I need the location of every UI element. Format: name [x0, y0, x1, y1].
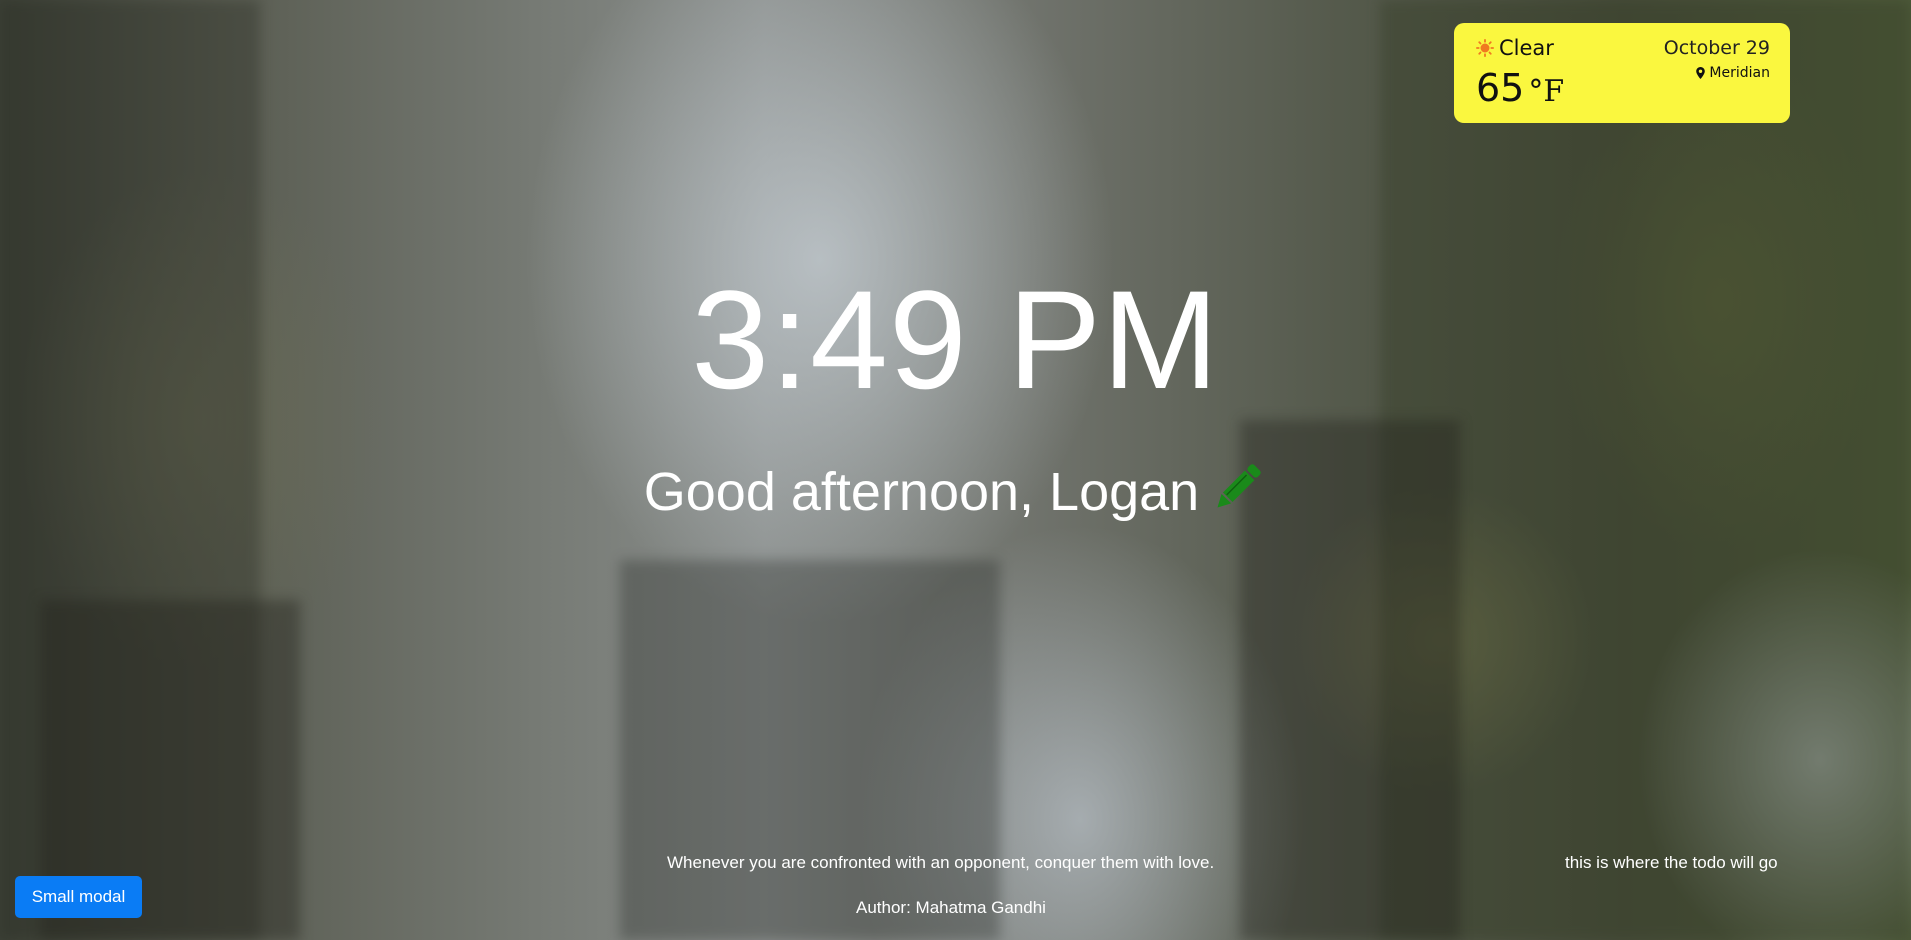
location-label: Meridian	[1709, 65, 1770, 81]
weather-location: Meridian	[1696, 63, 1770, 83]
weather-condition-label: Clear	[1499, 36, 1554, 60]
greeting-text: Good afternoon, Logan	[643, 462, 1200, 522]
clock-time: 3:49 PM	[691, 261, 1220, 418]
weather-widget: Clear October 29 65 °F Meridian	[1454, 23, 1790, 123]
temperature-unit: °F	[1528, 74, 1565, 109]
pencil-icon[interactable]	[1209, 458, 1267, 516]
quote-text: Whenever you are confronted with an oppo…	[667, 853, 1215, 872]
quote-author: Author: Mahatma Gandhi	[856, 898, 1046, 917]
sun-icon	[1476, 39, 1494, 57]
temperature-value: 65	[1476, 66, 1525, 110]
todo-placeholder: this is where the todo will go	[1565, 853, 1778, 872]
greeting: Good afternoon, Logan	[0, 458, 1911, 524]
weather-condition: Clear	[1476, 35, 1554, 61]
small-modal-button[interactable]: Small modal	[15, 876, 142, 918]
map-pin-icon	[1696, 67, 1706, 79]
temperature: 65 °F	[1476, 63, 1564, 117]
weather-date: October 29	[1663, 37, 1770, 59]
